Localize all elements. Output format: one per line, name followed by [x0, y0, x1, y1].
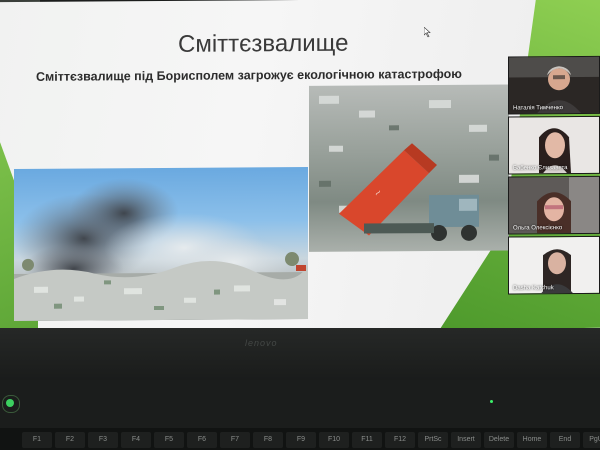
keyboard-key: F11 — [352, 432, 382, 448]
keyboard-key: F12 — [385, 432, 415, 448]
participant-tile[interactable]: Бабенко Єлизавета — [508, 115, 600, 175]
garbage-truck-photo: ~ — [309, 84, 509, 252]
laptop-brand-logo: lenovo — [245, 338, 278, 348]
keyboard-key: Insert — [451, 432, 481, 448]
keyboard-key: Delete — [484, 432, 514, 448]
landfill-smoke-photo — [14, 166, 308, 321]
keyboard-key: F1 — [22, 432, 52, 448]
keyboard-key: F7 — [220, 432, 250, 448]
slide-title: Сміттєзвалище — [178, 29, 349, 58]
mouse-cursor-icon — [424, 27, 431, 38]
keyboard-key: Home — [517, 432, 547, 448]
participant-name: Ольга Олексієнко — [513, 225, 563, 232]
slide-subtitle: Сміттєзвалище під Борисполем загрожує ек… — [36, 66, 462, 84]
participant-name: Dasha Katchuk — [513, 285, 554, 292]
keyboard-key: End — [550, 432, 580, 448]
keyboard-key: F9 — [286, 432, 316, 448]
participant-tile[interactable]: Ольга Олексієнко — [508, 175, 600, 235]
keyboard-key: F4 — [121, 432, 151, 448]
laptop-bezel — [0, 328, 600, 380]
keyboard-key: F8 — [253, 432, 283, 448]
landfill-smoke-image — [14, 178, 308, 321]
power-indicator — [6, 399, 14, 407]
garbage-truck-image: ~ — [319, 95, 499, 242]
participant-tile[interactable]: Dasha Katchuk — [508, 235, 600, 295]
keyboard-key: PgUp — [583, 432, 600, 448]
keyboard-key: F6 — [187, 432, 217, 448]
keyboard-key: F5 — [154, 432, 184, 448]
participant-name: Бабенко Єлизавета — [513, 165, 568, 172]
status-led — [490, 400, 493, 403]
laptop-screen: Сміттєзвалище Сміттєзвалище під Бориспол… — [0, 0, 600, 335]
participant-tile[interactable]: Наталія Тимченко — [508, 55, 600, 115]
participant-name: Наталія Тимченко — [513, 105, 563, 112]
keyboard-key: F2 — [55, 432, 85, 448]
keyboard-key: PrtSc — [418, 432, 448, 448]
keyboard-key: F10 — [319, 432, 349, 448]
keyboard-key: F3 — [88, 432, 118, 448]
